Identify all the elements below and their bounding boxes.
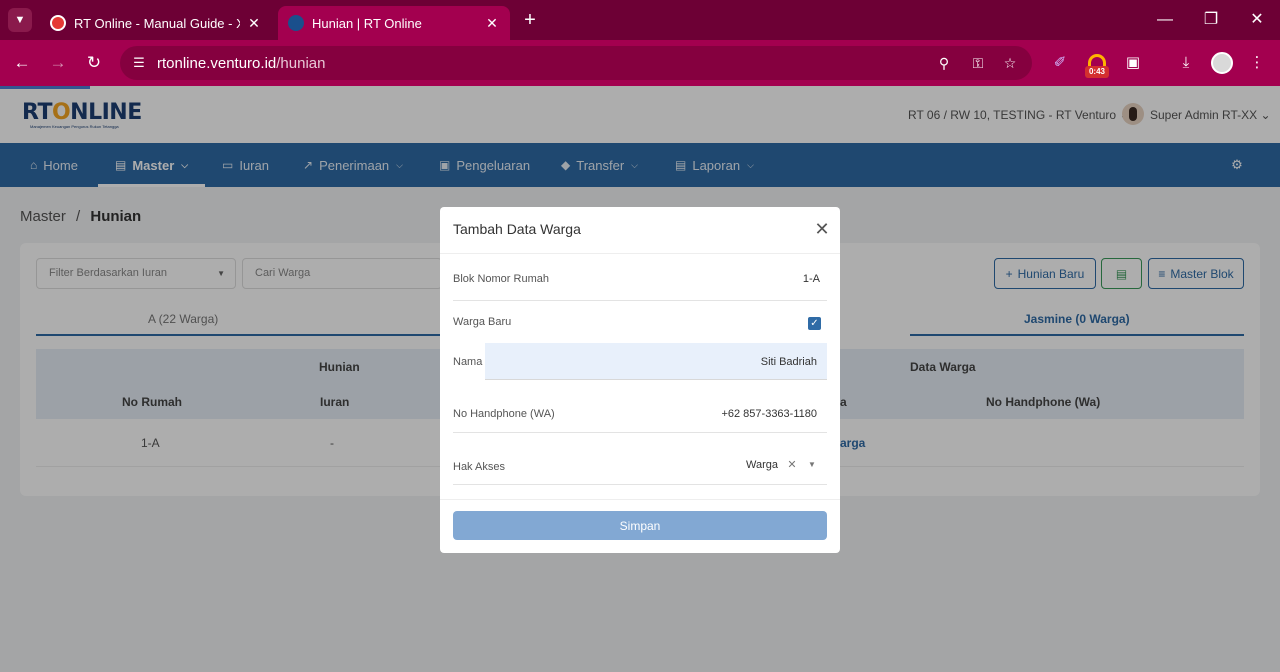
- field-divider: [453, 432, 827, 433]
- timer-badge: 0:43: [1085, 66, 1109, 78]
- rt-online-favicon-icon: [50, 15, 66, 31]
- nama-value[interactable]: Siti Badriah: [637, 356, 817, 368]
- feather-extension-icon[interactable]: ✐: [1048, 51, 1072, 75]
- download-icon[interactable]: ⤓: [1174, 51, 1198, 75]
- browser-tab-strip: ▼ RT Online - Manual Guide - Xmi ✕ Hunia…: [0, 0, 1280, 40]
- no-handphone-label: No Handphone (WA): [453, 408, 555, 420]
- restore-icon[interactable]: ❐: [1196, 8, 1226, 32]
- warga-baru-label: Warga Baru: [453, 316, 512, 328]
- close-window-icon[interactable]: ✕: [1242, 8, 1272, 32]
- browser-tab-manual-guide[interactable]: RT Online - Manual Guide - Xmi ✕: [40, 6, 272, 40]
- close-tab-icon[interactable]: ✕: [484, 15, 500, 32]
- browser-tab-hunian[interactable]: Hunian | RT Online ✕: [278, 6, 510, 40]
- clear-selection-icon[interactable]: ✕: [786, 458, 798, 471]
- nama-label: Nama: [453, 356, 483, 368]
- modal-header-divider: [440, 253, 840, 254]
- extensions-puzzle-icon[interactable]: ▣: [1121, 51, 1145, 75]
- blok-nomor-rumah-value: 1-A: [802, 273, 820, 285]
- zoom-icon[interactable]: ⚲: [934, 54, 954, 72]
- minimize-icon[interactable]: —: [1150, 8, 1180, 32]
- rainbow-arc-icon: [1088, 54, 1106, 66]
- new-tab-icon[interactable]: +: [518, 8, 542, 32]
- close-icon[interactable]: ✕: [812, 219, 832, 239]
- tab-title: RT Online - Manual Guide - Xmi: [74, 15, 240, 31]
- no-handphone-input[interactable]: +62 857-3363-1180: [637, 408, 817, 420]
- warga-baru-checkbox[interactable]: ✓: [808, 317, 821, 330]
- hunian-favicon-icon: [288, 15, 304, 31]
- timer-extension-icon[interactable]: 0:43: [1085, 52, 1109, 78]
- forward-icon[interactable]: →: [46, 51, 70, 75]
- close-tab-icon[interactable]: ✕: [246, 15, 262, 32]
- hak-akses-label: Hak Akses: [453, 461, 505, 473]
- field-divider: [453, 484, 827, 485]
- simpan-button[interactable]: Simpan: [453, 511, 827, 540]
- tambah-warga-modal: Tambah Data Warga ✕: [440, 207, 840, 553]
- password-key-icon[interactable]: ⚿: [968, 54, 988, 72]
- address-bar[interactable]: ☰ rtonline.venturo.id/hunian ⚲ ⚿ ☆: [120, 46, 1032, 80]
- bookmark-star-icon[interactable]: ☆: [1000, 54, 1020, 72]
- field-divider: [453, 300, 827, 301]
- reload-icon[interactable]: ↻: [82, 51, 106, 75]
- hak-akses-select[interactable]: Warga: [700, 459, 778, 471]
- back-icon[interactable]: ←: [10, 51, 34, 75]
- tab-search-dropdown-icon[interactable]: ▼: [8, 8, 32, 32]
- profile-avatar[interactable]: [1211, 52, 1233, 74]
- url-text[interactable]: rtonline.venturo.id/hunian: [157, 55, 325, 72]
- modal-title: Tambah Data Warga: [453, 221, 581, 237]
- blok-nomor-rumah-label: Blok Nomor Rumah: [453, 273, 549, 285]
- url-path: /hunian: [276, 55, 326, 72]
- modal-footer-divider: [440, 499, 840, 500]
- url-domain: rtonline.venturo.id: [157, 55, 277, 72]
- browser-menu-icon[interactable]: ⋮: [1245, 51, 1269, 75]
- tab-title: Hunian | RT Online: [312, 15, 422, 31]
- site-info-icon[interactable]: ☰: [130, 54, 148, 72]
- caret-down-icon[interactable]: ▼: [806, 460, 818, 469]
